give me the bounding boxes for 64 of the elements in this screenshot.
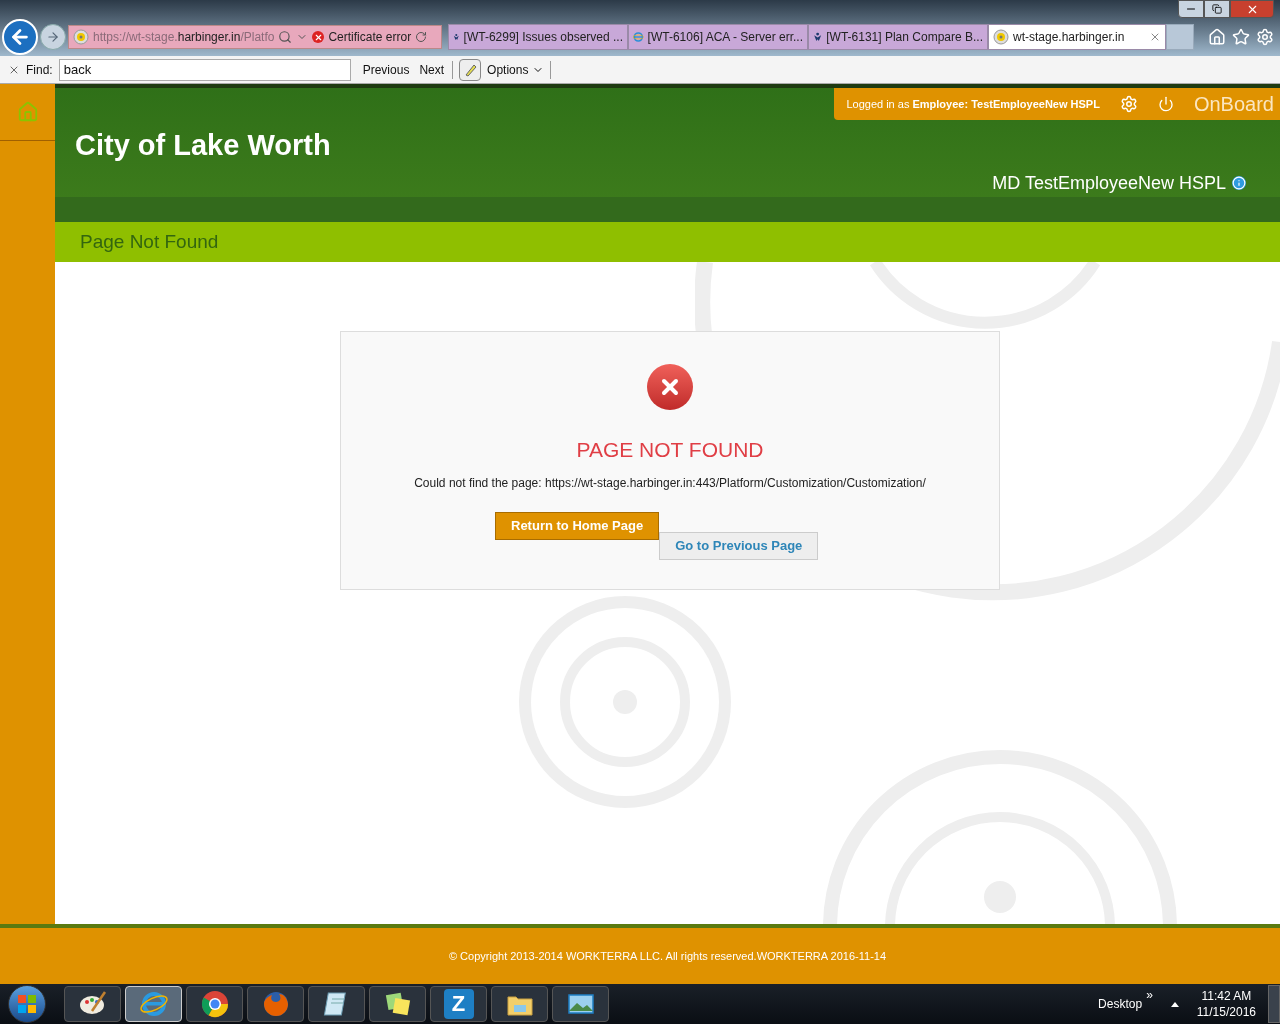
- previous-button[interactable]: Previous: [360, 60, 412, 79]
- ie-logo-icon: [633, 29, 644, 45]
- settings-icon[interactable]: [1119, 95, 1138, 113]
- highlight-icon[interactable]: [459, 58, 482, 81]
- home-icon[interactable]: [1208, 28, 1226, 46]
- taskbar-app[interactable]: [369, 986, 426, 1022]
- error-icon: [647, 364, 693, 410]
- browser-tab[interactable]: [WT-6299] Issues observed ...: [448, 24, 628, 50]
- next-button[interactable]: Next: [417, 60, 447, 79]
- clock-date: 11/15/2016: [1196, 1004, 1256, 1020]
- copyright-text: © Copyright 2013-2014 WORKTERRA LLC. All rights reserved.WORKTERRA 2016-11-14: [448, 948, 887, 964]
- info-icon[interactable]: [1232, 176, 1246, 190]
- forward-arrow-icon: [46, 30, 60, 44]
- find-label: Find:: [26, 61, 53, 79]
- tray-arrow-icon[interactable]: [1170, 1001, 1179, 1007]
- address-bar[interactable]: https://wt-stage.harbinger.in/Platfo Certificate error: [68, 25, 442, 49]
- letter-app-icon: Z: [443, 989, 474, 1019]
- windows-logo-icon: [17, 994, 37, 1014]
- search-icon[interactable]: [278, 30, 293, 44]
- start-button[interactable]: [8, 985, 46, 1023]
- site-logo-icon: [993, 29, 1009, 45]
- taskbar-app[interactable]: [308, 986, 365, 1022]
- error-icon: [312, 31, 325, 43]
- taskbar-app[interactable]: [552, 986, 609, 1022]
- clock-time: 11:42 AM: [1201, 988, 1252, 1004]
- back-button[interactable]: [2, 19, 38, 55]
- forward-button[interactable]: [40, 24, 66, 50]
- restore-button[interactable]: [1204, 0, 1230, 18]
- chrome-logo-icon: [199, 989, 230, 1019]
- favorites-icon[interactable]: [1232, 28, 1250, 46]
- settings-icon[interactable]: [1256, 28, 1274, 46]
- tab-title: [WT-6106] ACA - Server err...: [647, 29, 803, 46]
- taskbar-app[interactable]: [186, 986, 243, 1022]
- user-name: MD TestEmployeeNew HSPL: [992, 171, 1226, 195]
- taskbar-app[interactable]: [491, 986, 548, 1022]
- power-icon[interactable]: [1157, 96, 1174, 112]
- page-title: Page Not Found: [80, 229, 219, 254]
- browser-tab[interactable]: [WT-6131] Plan Compare B...: [808, 24, 988, 50]
- tab-title: [WT-6131] Plan Compare B...: [826, 29, 983, 46]
- tab-title: wt-stage.harbinger.in: [1013, 29, 1125, 46]
- clock[interactable]: 11:42 AM 11/15/2016: [1196, 988, 1256, 1020]
- url-text: https://wt-stage.harbinger.in/Platfo: [93, 29, 275, 46]
- login-status: Logged in as Employee: TestEmployeeNew HSPL: [846, 96, 1100, 112]
- close-tab-icon[interactable]: [1149, 31, 1161, 43]
- browser-tab[interactable]: wt-stage.harbinger.in: [988, 24, 1166, 50]
- close-button[interactable]: [1230, 0, 1274, 18]
- site-logo-icon: [73, 29, 89, 45]
- options-button[interactable]: Options: [487, 60, 545, 79]
- tab-title: [WT-6299] Issues observed ...: [463, 29, 623, 46]
- desktop-label[interactable]: Desktop: [1098, 995, 1143, 1013]
- browser-tab[interactable]: [WT-6106] ACA - Server err...: [628, 24, 808, 50]
- taskbar-app[interactable]: [64, 986, 121, 1022]
- ie-logo-icon: [138, 989, 169, 1019]
- minimize-button[interactable]: [1178, 0, 1204, 18]
- find-field[interactable]: back: [58, 58, 351, 81]
- restore-icon: [1212, 4, 1222, 14]
- chevron-text[interactable]: »: [1146, 986, 1153, 1004]
- app-name: OnBoard: [1193, 92, 1274, 117]
- error-message: Could not find the page: https://wt-stage.harbinger.in:443/Platform/Customization/Customization/: [414, 474, 926, 492]
- refresh-icon[interactable]: [415, 31, 428, 43]
- error-title: PAGE NOT FOUND: [576, 437, 764, 463]
- taskbar-app[interactable]: Z: [430, 986, 487, 1022]
- org-name: City of Lake Worth: [75, 128, 331, 163]
- certificate-error[interactable]: Certificate error: [328, 28, 412, 46]
